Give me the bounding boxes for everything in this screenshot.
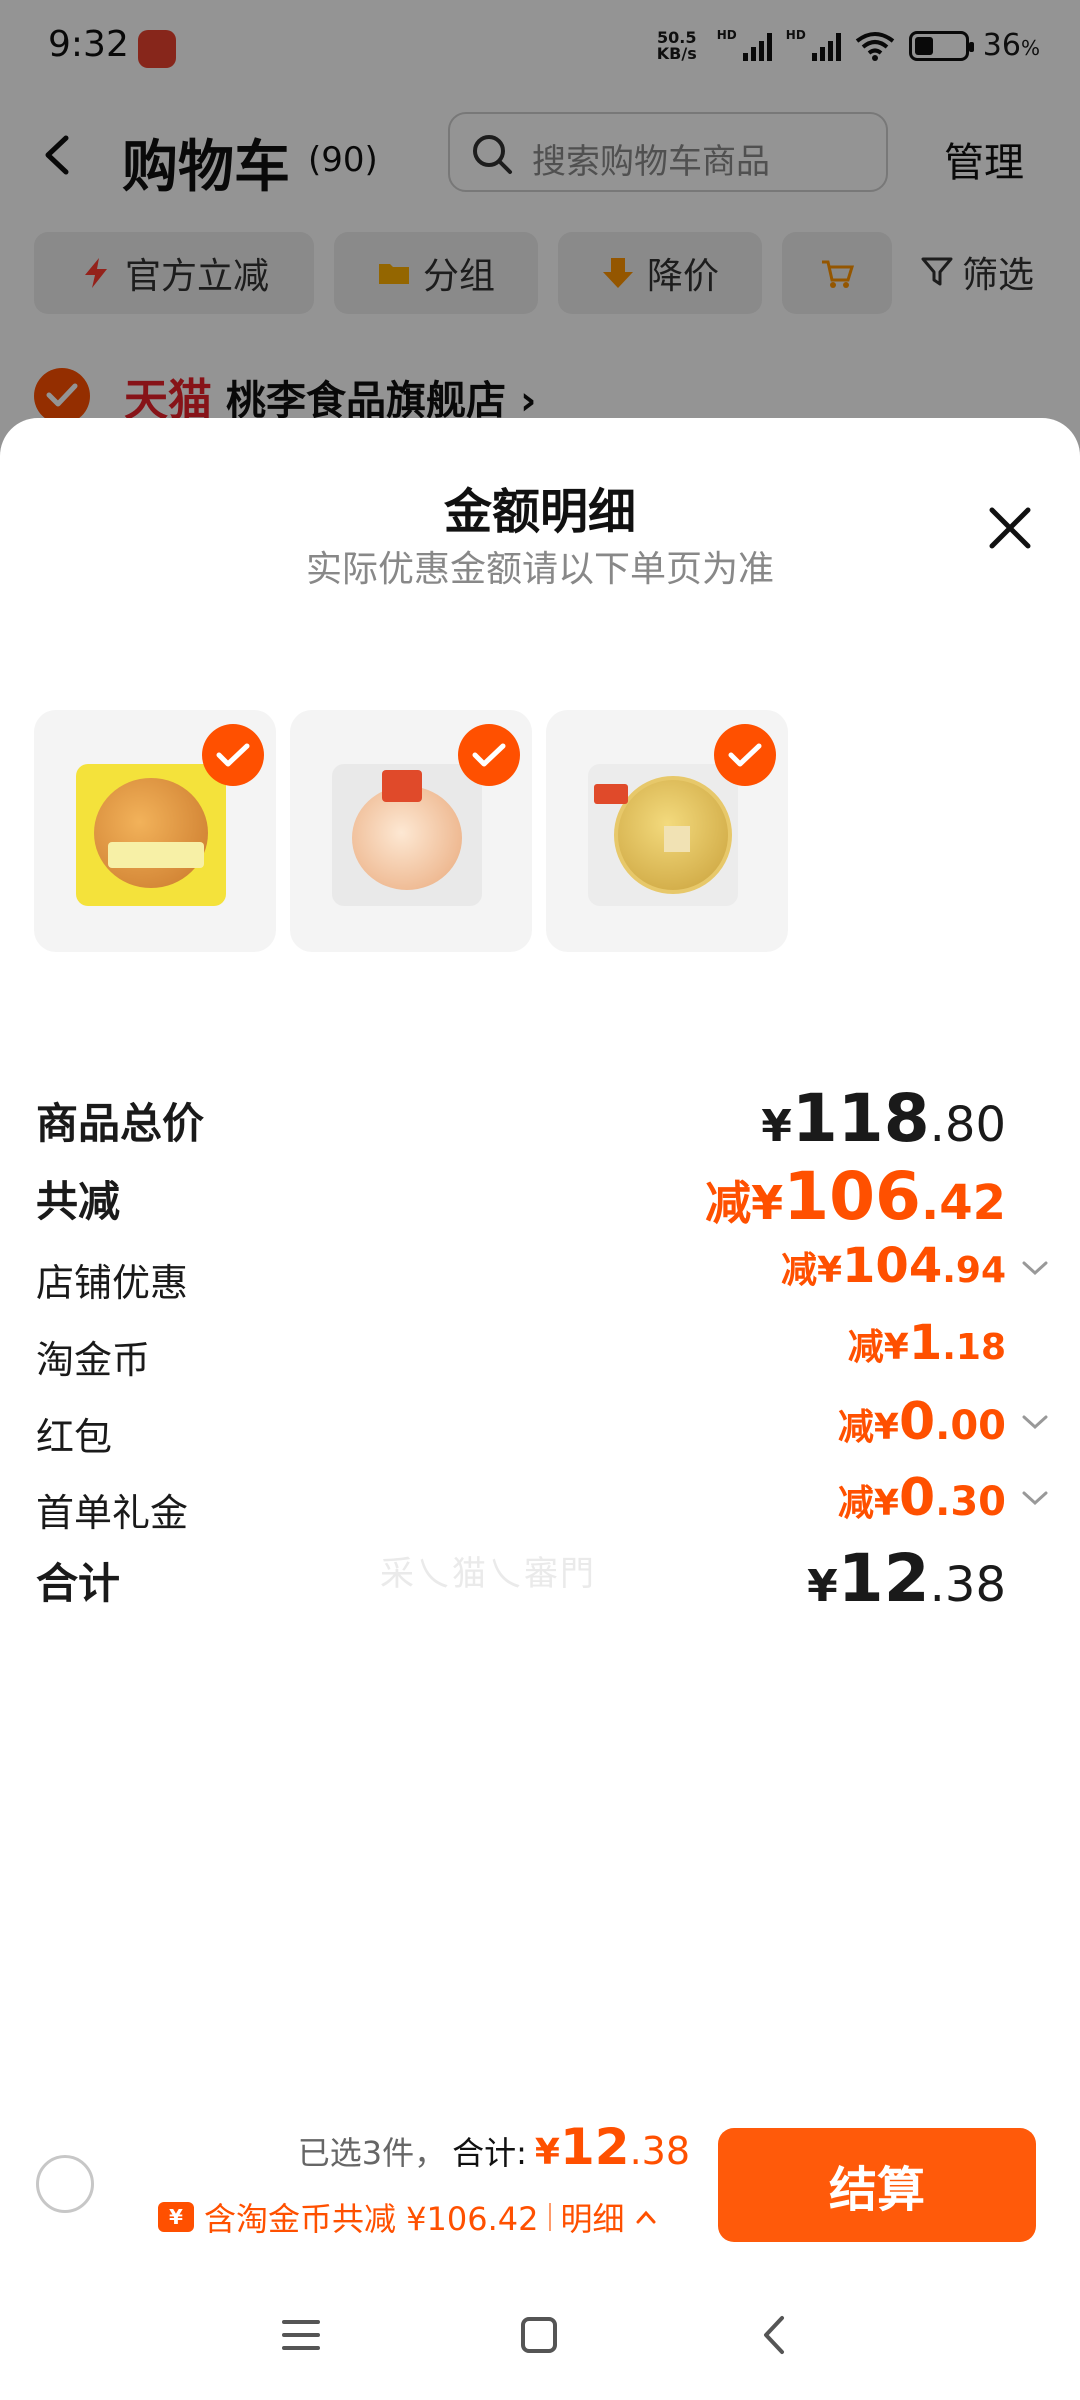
value-decimal: .18 [942,1327,1006,1368]
close-button[interactable] [980,498,1040,558]
sheet-subtitle: 实际优惠金额请以下单页为准 [305,549,774,590]
row-goods-total: 商品总价 ¥118.80 [36,1080,1046,1157]
value-decimal: .94 [942,1250,1006,1291]
product-image [332,764,482,906]
detail-label: 明细 [560,2200,625,2238]
row-label: 共减 [36,1177,121,1226]
value-integer: 0 [898,1392,936,1452]
checkout-bar: 已选3件， 合计: ¥ 12 .38 ¥ 含淘金币共减 ¥106.42 明细 结… [0,2100,1080,2250]
value-prefix: 减 [847,1327,884,1368]
chevron-up-icon [636,2210,656,2224]
row-value: 减 ¥106.42 [705,1158,1006,1235]
discount-detail-toggle[interactable]: ¥ 含淘金币共减 ¥106.42 明细 [158,2194,657,2240]
value-integer: 118 [791,1080,930,1157]
row-value: ¥12.38 [807,1540,1006,1617]
product-image [76,764,226,906]
chevron-down-icon[interactable] [1020,1258,1050,1278]
value-decimal: .00 [935,1403,1006,1449]
coin-discount-text: 含淘金币共减 ¥106.42 [204,2200,539,2238]
row-red-packet[interactable]: 红包 减 ¥0.00 [36,1392,1048,1468]
divider [548,2203,551,2231]
currency-symbol: ¥ [873,1483,899,1524]
checkout-button[interactable]: 结算 [718,2128,1036,2242]
row-sum: 合计 ¥12.38 [36,1540,1046,1617]
value-decimal: .38 [929,1557,1006,1613]
value-prefix: 减 [837,1483,874,1524]
back-icon[interactable] [752,2312,798,2358]
product-checkbox[interactable] [714,724,776,786]
row-value: 减 ¥1.18 [848,1315,1006,1371]
currency-symbol: ¥ [816,1250,843,1291]
row-label: 首单礼金 [36,1491,189,1535]
row-label: 红包 [36,1415,113,1459]
currency-symbol: ¥ [873,1407,899,1448]
value-prefix: 减 [780,1250,817,1291]
total-decimal: .38 [629,2129,690,2173]
select-all-checkbox[interactable] [36,2155,94,2213]
currency-symbol: ¥ [534,2132,560,2173]
row-first-order-gift[interactable]: 首单礼金 减 ¥0.30 [36,1468,1048,1544]
value-integer: 106 [783,1158,921,1235]
row-label: 淘金币 [36,1338,151,1382]
currency-symbol: ¥ [883,1327,909,1368]
value-prefix: 减 [837,1407,874,1448]
total-label: 合计: [452,2134,527,2172]
selected-count: 已选3件， [297,2134,447,2172]
product-thumbnail[interactable] [34,710,276,952]
row-label: 商品总价 [36,1099,205,1148]
product-checkbox[interactable] [458,724,520,786]
checkmark-icon [472,743,506,767]
row-value: 减 ¥0.00 [838,1392,1006,1452]
selected-summary: 已选3件， 合计: ¥ 12 .38 [298,2118,690,2176]
total-integer: 12 [559,2118,630,2176]
value-decimal: .30 [935,1479,1006,1525]
value-decimal: .42 [920,1175,1006,1231]
close-icon [989,507,1031,549]
currency-symbol: ¥ [761,1101,792,1152]
currency-symbol: ¥ [807,1561,838,1612]
checkmark-icon [728,743,762,767]
sheet-title: 金额明细 [443,484,636,540]
currency-symbol: ¥ [751,1176,784,1230]
chevron-down-icon[interactable] [1020,1412,1050,1432]
value-integer: 12 [837,1540,930,1617]
checkmark-icon [216,743,250,767]
home-icon[interactable] [516,2312,562,2358]
row-label: 店铺优惠 [36,1261,189,1305]
menu-icon[interactable] [278,2312,324,2358]
row-value: 减 ¥104.94 [781,1238,1006,1294]
row-label: 合计 [36,1559,121,1608]
row-store-discount[interactable]: 店铺优惠 减 ¥104.94 [36,1238,1048,1314]
value-integer: 0 [898,1468,936,1528]
system-navigation-bar [0,2290,1080,2380]
chevron-down-icon[interactable] [1020,1488,1050,1508]
row-value: ¥118.80 [761,1080,1006,1157]
value-decimal: .80 [929,1097,1006,1153]
coupon-icon: ¥ [158,2202,194,2232]
product-image [588,764,738,906]
product-checkbox[interactable] [202,724,264,786]
row-total-discount: 共减 减 ¥106.42 [36,1158,1046,1235]
value-integer: 1 [908,1315,943,1371]
product-thumbnail[interactable] [546,710,788,952]
row-taojinbi: 淘金币 减 ¥1.18 [36,1315,1046,1391]
value-prefix: 减 [705,1176,752,1230]
value-integer: 104 [842,1238,943,1294]
product-thumbnail[interactable] [290,710,532,952]
row-value: 减 ¥0.30 [838,1468,1006,1528]
